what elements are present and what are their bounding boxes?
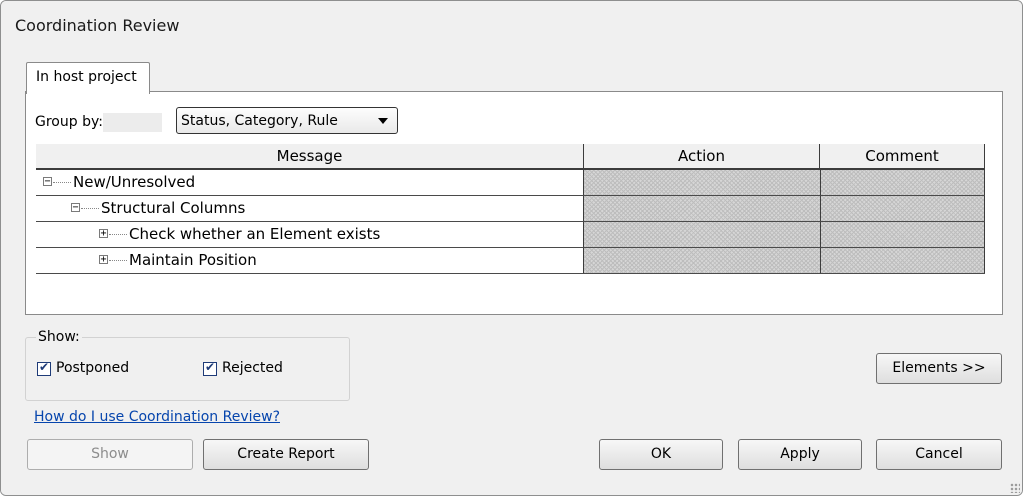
ok-button[interactable]: OK — [599, 439, 723, 470]
create-report-button[interactable]: Create Report — [203, 439, 369, 470]
table-row[interactable]: + Check whether an Element exists — [36, 222, 985, 248]
action-cell[interactable] — [583, 222, 820, 247]
comment-cell[interactable] — [820, 170, 985, 195]
show-button[interactable]: Show — [27, 439, 193, 470]
collapse-icon[interactable]: − — [43, 177, 52, 187]
coordination-review-dialog: Coordination Review In host project Grou… — [0, 0, 1023, 496]
help-link[interactable]: How do I use Coordination Review? — [34, 409, 280, 425]
group-by-label-text: Group by: — [35, 114, 103, 130]
tab-label: In host project — [36, 69, 137, 85]
group-by-dropdown[interactable]: Status, Category, Rule — [176, 107, 398, 134]
tree-connector — [53, 182, 71, 183]
table-row[interactable]: − Structural Columns — [36, 196, 985, 222]
rejected-label[interactable]: Rejected — [222, 360, 283, 376]
message-cell: − New/Unresolved — [36, 170, 583, 195]
group-by-value: Status, Category, Rule — [181, 113, 338, 129]
message-cell: + Check whether an Element exists — [36, 222, 583, 247]
message-cell: + Maintain Position — [36, 248, 583, 273]
column-header-comment[interactable]: Comment — [820, 144, 985, 170]
message-cell: − Structural Columns — [36, 196, 583, 221]
expand-icon[interactable]: + — [99, 255, 108, 265]
table-row[interactable]: − New/Unresolved — [36, 170, 985, 196]
dialog-content: In host project Group by: Status, Catego… — [1, 45, 1022, 495]
tree-connector — [81, 208, 99, 209]
resize-grip-icon[interactable] — [1010, 483, 1020, 493]
row-label: Structural Columns — [101, 199, 246, 217]
tab-in-host-project[interactable]: In host project — [26, 62, 150, 94]
cancel-button[interactable]: Cancel — [876, 439, 1002, 470]
comment-cell[interactable] — [820, 248, 985, 273]
tab-panel: Group by: Status, Category, Rule Message… — [25, 91, 1003, 315]
expand-icon[interactable]: + — [99, 229, 108, 239]
comment-cell[interactable] — [820, 222, 985, 247]
row-label: Maintain Position — [129, 251, 257, 269]
action-cell[interactable] — [583, 248, 820, 273]
postponed-label[interactable]: Postponed — [56, 360, 129, 376]
tree-connector — [109, 234, 127, 235]
action-cell[interactable] — [583, 170, 820, 195]
rejected-checkbox[interactable] — [203, 360, 217, 376]
column-header-action[interactable]: Action — [583, 144, 820, 170]
table-row[interactable]: + Maintain Position — [36, 248, 985, 274]
comment-cell[interactable] — [820, 196, 985, 221]
chevron-down-icon — [378, 118, 388, 124]
column-header-message[interactable]: Message — [36, 144, 583, 170]
elements-button[interactable]: Elements >> — [876, 353, 1002, 384]
group-by-label: Group by: — [35, 113, 162, 132]
postponed-checkbox[interactable] — [37, 360, 51, 376]
tree-connector — [109, 260, 127, 261]
row-label: New/Unresolved — [73, 173, 196, 191]
action-cell[interactable] — [583, 196, 820, 221]
collapse-icon[interactable]: − — [71, 203, 80, 213]
apply-button[interactable]: Apply — [738, 439, 862, 470]
window-title: Coordination Review — [15, 16, 180, 35]
show-label: Show: — [36, 329, 82, 345]
title-bar[interactable]: Coordination Review — [1, 1, 1022, 45]
row-label: Check whether an Element exists — [129, 225, 381, 243]
